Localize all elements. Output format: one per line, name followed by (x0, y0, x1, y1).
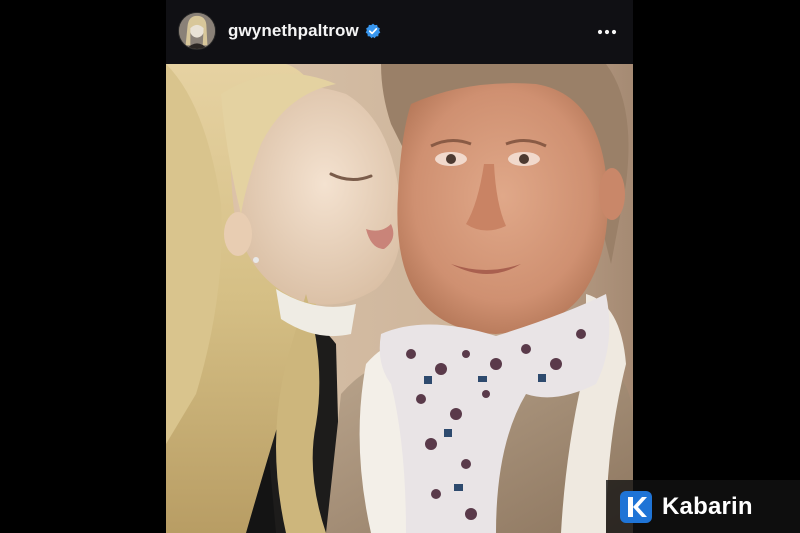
post-photo[interactable] (166, 64, 633, 533)
profile-avatar[interactable] (178, 12, 216, 50)
verified-badge-icon (365, 23, 381, 39)
kabarin-watermark: Kabarin (606, 480, 800, 533)
more-options-icon (597, 29, 617, 35)
avatar-image (179, 13, 215, 49)
more-options-button[interactable] (595, 22, 619, 42)
selfie-photo-illustration (166, 64, 633, 533)
kabarin-brand-text: Kabarin (662, 493, 753, 520)
post-header: gwynethpaltrow (166, 0, 633, 64)
kabarin-logo-icon (620, 491, 652, 523)
username-link[interactable]: gwynethpaltrow (228, 21, 359, 41)
username-group: gwynethpaltrow (228, 21, 381, 41)
instagram-post: gwynethpaltrow (166, 0, 633, 533)
